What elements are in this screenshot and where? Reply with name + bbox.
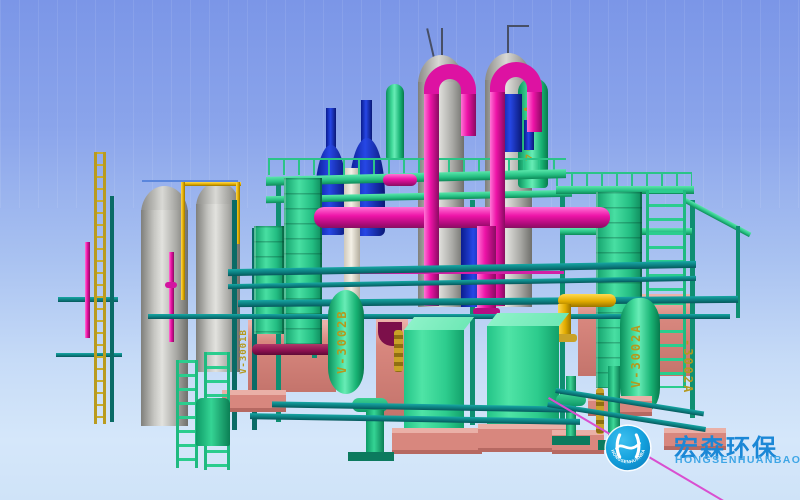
maroon-pipe (252, 344, 340, 355)
pump-center-base (348, 452, 394, 461)
green-drum-small (386, 84, 404, 160)
magenta-riser-left (85, 242, 90, 338)
box-tank-1-top (404, 317, 474, 330)
equipment-tag-v3002a: V-3002A (630, 304, 642, 408)
yellow-pipe-tank-header (181, 182, 241, 186)
gold-valve-cluster-center (394, 330, 403, 372)
3d-model-viewport[interactable]: V-3004 V-3002B V-3002A -3002A V-30 (0, 0, 800, 500)
blue-chimney-2 (361, 100, 372, 142)
logo-company-name-en: HONGSENHUANBAO (675, 454, 800, 466)
blue-chimney-1 (326, 108, 336, 150)
magenta-riser-a-tail (461, 94, 476, 136)
magenta-riser-b-tail (527, 92, 542, 132)
teal-post-far-left (110, 196, 114, 422)
magenta-valve-wheel (165, 282, 177, 288)
magenta-riser-a (424, 94, 439, 306)
equipment-tag-v3002b: V-3002B (336, 296, 348, 388)
equipment-tag-v3001b: V-3001B (240, 316, 249, 388)
logo: HONGSENHUANBAO 宏森环保 HONGSENHUANBAO (604, 422, 794, 482)
magenta-pipe-branch (383, 174, 417, 186)
gold-frame-tower (94, 152, 106, 424)
magenta-pipe-main-header (314, 207, 610, 228)
structure-post-8 (736, 226, 740, 318)
pedestal-box-1 (392, 428, 482, 454)
box-tank-2-top (487, 313, 569, 326)
pump-right-base (552, 436, 590, 445)
ladder-tower-bottom-left-1 (176, 360, 198, 468)
logo-mark: HONGSENHUANBAO (604, 424, 652, 472)
vent-stack-b-arm (507, 25, 529, 27)
pump-left-body (196, 398, 230, 446)
plate-hx-left (284, 178, 322, 346)
magenta-valve-stack (169, 252, 174, 342)
yellow-pipe-tank-riser (181, 182, 185, 300)
